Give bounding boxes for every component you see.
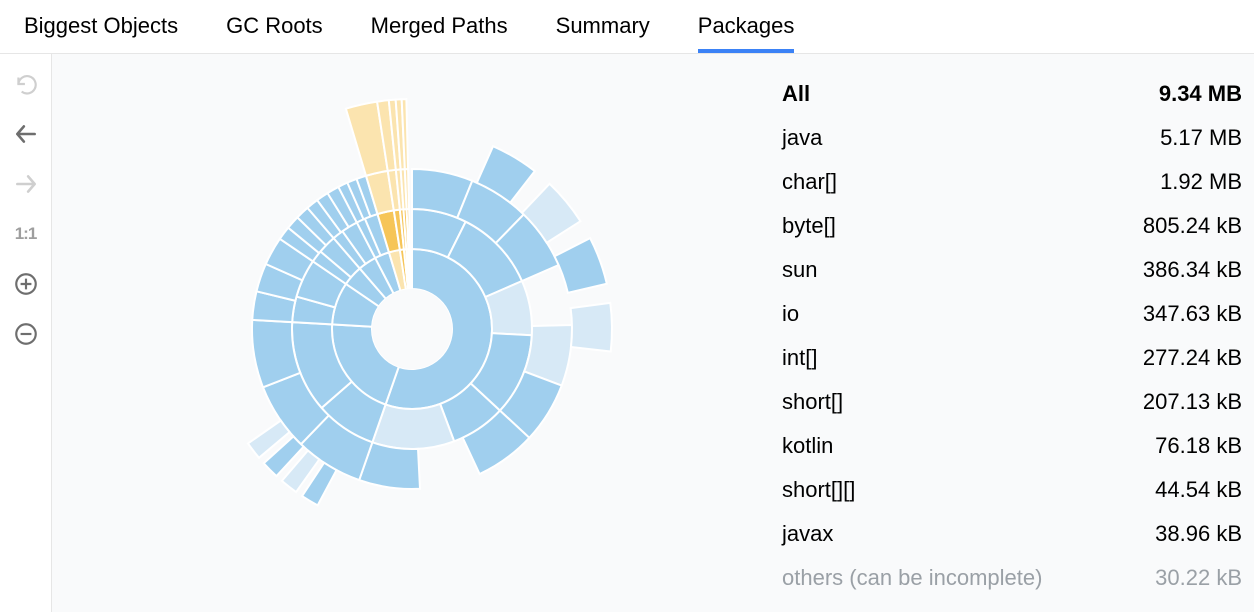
list-item[interactable]: int[] 277.24 kB <box>782 336 1242 380</box>
chart-panel: All 9.34 MB java 5.17 MB char[] 1.92 MB … <box>52 54 1254 612</box>
package-value: 38.96 kB <box>1155 523 1242 545</box>
plus-circle-icon <box>13 271 39 297</box>
list-item[interactable]: short[][] 44.54 kB <box>782 468 1242 512</box>
reset-zoom-button[interactable]: 1:1 <box>10 218 42 250</box>
others-row[interactable]: others (can be incomplete) 30.22 kB <box>782 556 1242 600</box>
list-item[interactable]: byte[] 805.24 kB <box>782 204 1242 248</box>
list-item[interactable]: char[] 1.92 MB <box>782 160 1242 204</box>
package-value: 5.17 MB <box>1160 127 1242 149</box>
zoom-in-button[interactable] <box>10 268 42 300</box>
back-button[interactable] <box>10 118 42 150</box>
zoom-out-button[interactable] <box>10 318 42 350</box>
package-value: 1.92 MB <box>1160 171 1242 193</box>
package-name: char[] <box>782 171 837 193</box>
package-name: short[][] <box>782 479 855 501</box>
tab-gc-roots[interactable]: GC Roots <box>226 0 323 53</box>
list-item[interactable]: javax 38.96 kB <box>782 512 1242 556</box>
sunburst-chart[interactable] <box>52 54 792 612</box>
package-name: javax <box>782 523 833 545</box>
total-label: All <box>782 83 810 105</box>
list-item[interactable]: kotlin 76.18 kB <box>782 424 1242 468</box>
undo-icon <box>13 71 39 97</box>
one-to-one-icon: 1:1 <box>15 224 37 244</box>
package-value: 386.34 kB <box>1143 259 1242 281</box>
forward-button[interactable] <box>10 168 42 200</box>
package-value: 207.13 kB <box>1143 391 1242 413</box>
package-value: 347.63 kB <box>1143 303 1242 325</box>
package-value: 805.24 kB <box>1143 215 1242 237</box>
tab-biggest-objects[interactable]: Biggest Objects <box>24 0 178 53</box>
package-name: sun <box>782 259 817 281</box>
package-value: 44.54 kB <box>1155 479 1242 501</box>
package-value: 277.24 kB <box>1143 347 1242 369</box>
package-name: int[] <box>782 347 817 369</box>
undo-button[interactable] <box>10 68 42 100</box>
tabs-bar: Biggest Objects GC Roots Merged Paths Su… <box>0 0 1254 54</box>
package-name: short[] <box>782 391 843 413</box>
list-item[interactable]: io 347.63 kB <box>782 292 1242 336</box>
package-name: java <box>782 127 822 149</box>
tab-summary[interactable]: Summary <box>556 0 650 53</box>
left-toolbar: 1:1 <box>0 54 52 612</box>
total-row[interactable]: All 9.34 MB <box>782 72 1242 116</box>
package-name: io <box>782 303 799 325</box>
package-name: kotlin <box>782 435 833 457</box>
list-item[interactable]: sun 386.34 kB <box>782 248 1242 292</box>
package-name: byte[] <box>782 215 836 237</box>
package-value: 76.18 kB <box>1155 435 1242 457</box>
list-item[interactable]: short[] 207.13 kB <box>782 380 1242 424</box>
total-value: 9.34 MB <box>1159 83 1242 105</box>
arrow-right-icon <box>13 171 39 197</box>
arrow-left-icon <box>13 121 39 147</box>
package-size-list: All 9.34 MB java 5.17 MB char[] 1.92 MB … <box>782 72 1242 600</box>
main-panel: 1:1 All 9.34 MB java 5.17 MB <box>0 54 1254 612</box>
tab-merged-paths[interactable]: Merged Paths <box>371 0 508 53</box>
others-value: 30.22 kB <box>1155 567 1242 589</box>
minus-circle-icon <box>13 321 39 347</box>
list-item[interactable]: java 5.17 MB <box>782 116 1242 160</box>
others-label: others (can be incomplete) <box>782 567 1042 589</box>
tab-packages[interactable]: Packages <box>698 0 795 53</box>
